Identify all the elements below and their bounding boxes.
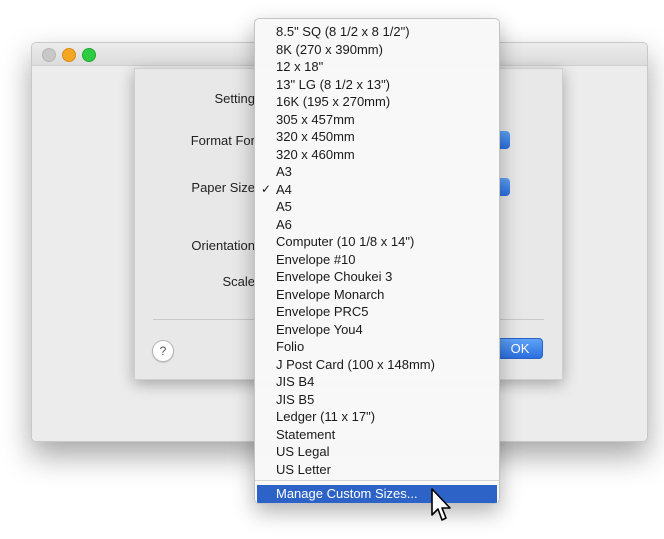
paper-size-menu-item[interactable]: 8K (270 x 390mm) [255, 41, 499, 59]
menu-item-label: A3 [276, 164, 292, 179]
paper-size-menu-list: 8.5" SQ (8 1/2 x 8 1/2") 8K (270 x 390mm)… [255, 23, 499, 478]
menu-item-label: 13" LG (8 1/2 x 13") [276, 76, 391, 92]
paper-size-menu-item[interactable]: JIS B5 [255, 391, 499, 409]
menu-item-label: A6 [276, 216, 292, 232]
screen: Setting Format For Paper Size Orientatio… [0, 0, 664, 539]
paper-size-menu-item[interactable]: 8.5" SQ (8 1/2 x 8 1/2") [255, 23, 499, 41]
paper-size-menu-item[interactable]: 12 x 18" [255, 58, 499, 76]
paper-size-menu-item[interactable]: A3 [255, 163, 499, 181]
menu-item-label: 8.5" SQ (8 1/2 x 8 1/2") [276, 24, 410, 39]
settings-label: Setting [214, 91, 255, 106]
menu-item-label: US Legal [276, 444, 330, 459]
scale-label: Scale [222, 274, 255, 289]
mouse-pointer-icon [431, 488, 451, 521]
menu-item-label: 305 x 457mm [276, 111, 355, 127]
paper-size-menu-item[interactable]: A5 [255, 198, 499, 216]
paper-size-menu-item[interactable]: JIS B4 [255, 373, 499, 391]
paper-size-popup-arrow[interactable] [500, 178, 510, 196]
menu-item-label: A5 [276, 199, 292, 214]
paper-size-menu-item[interactable]: A6 [255, 216, 499, 234]
paper-size-menu-item[interactable]: 13" LG (8 1/2 x 13") [255, 76, 499, 94]
paper-size-menu-item[interactable]: Envelope Monarch [255, 286, 499, 304]
paper-size-menu-item[interactable]: 16K (195 x 270mm) [255, 93, 499, 111]
menu-item-label: Statement [276, 426, 336, 442]
paper-size-menu-item[interactable]: Computer (10 1/8 x 14") [255, 233, 499, 251]
menu-item-label: Envelope PRC5 [276, 304, 369, 319]
paper-size-menu-item[interactable]: US Legal [255, 443, 499, 461]
menu-item-label: Envelope #10 [276, 251, 356, 267]
paper-size-label: Paper Size [191, 180, 255, 195]
paper-size-menu: 8.5" SQ (8 1/2 x 8 1/2") 8K (270 x 390mm)… [254, 18, 500, 504]
menu-item-label: Folio [276, 339, 305, 354]
orientation-label: Orientation [191, 238, 255, 253]
menu-separator [255, 480, 499, 481]
paper-size-menu-item[interactable]: 320 x 450mm [255, 128, 499, 146]
paper-size-menu-item[interactable]: Envelope Choukei 3 [255, 268, 499, 286]
help-button[interactable]: ? [152, 340, 174, 362]
menu-item-label: J Post Card (100 x 148mm) [276, 356, 435, 372]
ok-button[interactable]: OK [497, 338, 543, 359]
close-button[interactable] [42, 48, 56, 62]
menu-item-label: 320 x 460mm [276, 146, 355, 162]
paper-size-menu-item[interactable]: Envelope PRC5 [255, 303, 499, 321]
paper-size-menu-item[interactable]: Folio [255, 338, 499, 356]
paper-size-menu-item[interactable]: Envelope #10 [255, 251, 499, 269]
menu-item-label: Envelope Choukei 3 [276, 269, 393, 284]
menu-item-label: JIS B5 [276, 391, 315, 407]
zoom-button[interactable] [82, 48, 96, 62]
menu-item-label: Computer (10 1/8 x 14") [276, 234, 415, 249]
menu-item-label: Ledger (11 x 17") [276, 409, 376, 424]
menu-item-label: 12 x 18" [276, 59, 324, 74]
menu-item-label: 8K (270 x 390mm) [276, 41, 383, 57]
menu-item-label: Envelope You4 [276, 321, 363, 337]
minimize-button[interactable] [62, 48, 76, 62]
paper-size-menu-item[interactable]: Ledger (11 x 17") [255, 408, 499, 426]
paper-size-menu-item[interactable]: ✓ A4 [255, 181, 499, 199]
menu-item-label: US Letter [276, 461, 331, 477]
menu-item-label: 16K (195 x 270mm) [276, 94, 391, 109]
checkmark-icon: ✓ [261, 181, 272, 196]
paper-size-menu-item[interactable]: J Post Card (100 x 148mm) [255, 356, 499, 374]
paper-size-menu-item[interactable]: US Letter [255, 461, 499, 479]
manage-custom-sizes-item[interactable]: Manage Custom Sizes... [257, 485, 497, 503]
format-for-label: Format For [190, 133, 255, 148]
paper-size-menu-item[interactable]: Envelope You4 [255, 321, 499, 339]
paper-size-menu-item[interactable]: Statement [255, 426, 499, 444]
paper-size-menu-item[interactable]: 320 x 460mm [255, 146, 499, 164]
menu-item-label: Envelope Monarch [276, 286, 385, 302]
menu-item-label: JIS B4 [276, 374, 315, 389]
menu-item-label: 320 x 450mm [276, 129, 355, 144]
menu-item-label: A4 [276, 181, 292, 197]
format-for-popup-arrow[interactable] [500, 131, 510, 149]
paper-size-menu-item[interactable]: 305 x 457mm [255, 111, 499, 129]
